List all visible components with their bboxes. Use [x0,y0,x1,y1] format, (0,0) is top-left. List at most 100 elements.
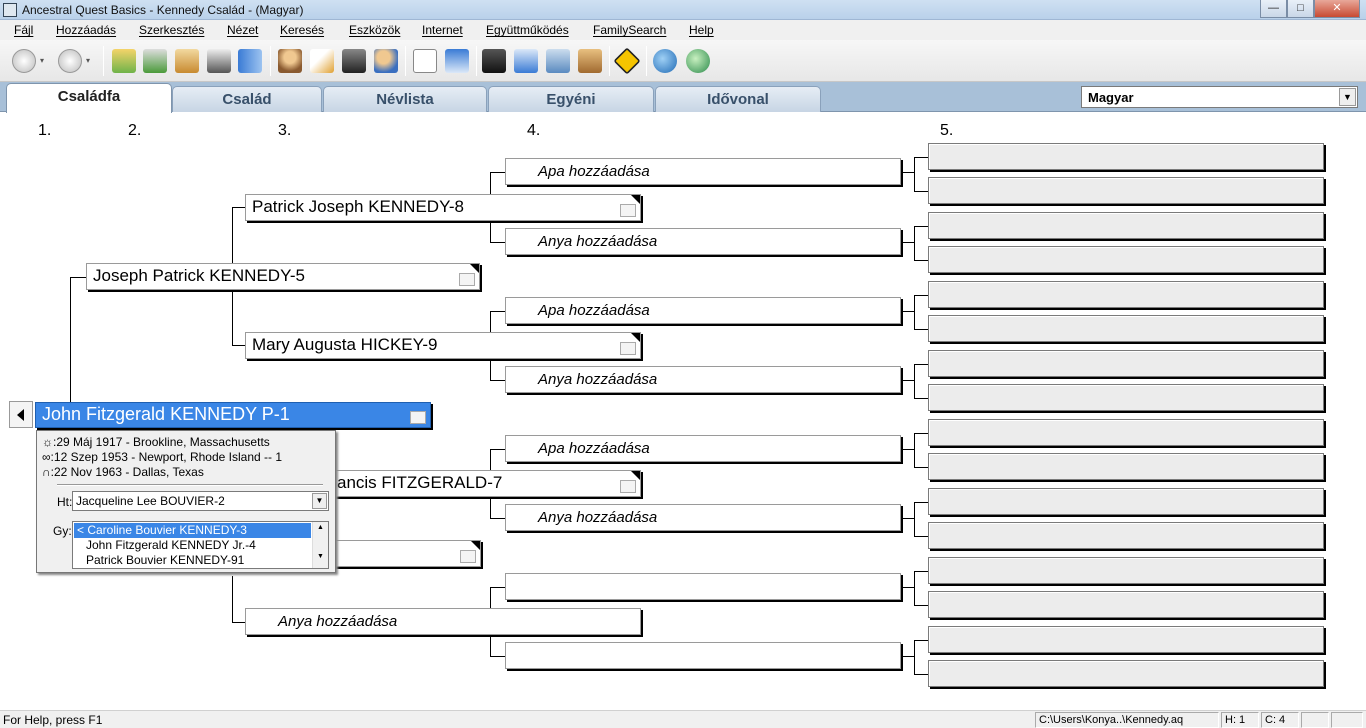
web-search-icon[interactable] [686,49,710,73]
spouse-select[interactable]: Jacqueline Lee BOUVIER-2 ▼ [72,491,329,511]
export-icon[interactable] [175,49,199,73]
person-name: Patrick Joseph KENNEDY-8 [252,197,464,216]
report-icon[interactable] [514,49,538,73]
notes-icon[interactable] [413,49,437,73]
forward-dropdown-icon[interactable]: ▾ [86,49,96,73]
menu-help[interactable]: Help [689,23,714,37]
connector-line [914,295,915,329]
import-icon[interactable] [143,49,167,73]
toolbar-separator [103,46,104,76]
corner-marker [631,195,640,204]
empty-ancestor-slot[interactable] [928,315,1324,342]
empty-ancestor-slot[interactable] [928,522,1324,549]
empty-ancestor-slot[interactable] [928,281,1324,308]
toolbar [0,40,1366,82]
menu-edit[interactable]: Szerkesztés [139,23,204,37]
add-mother-button[interactable]: Anya hozzáadása [245,608,641,635]
empty-ancestor-slot[interactable] [928,557,1324,584]
add-mother-button[interactable]: Anya hozzáadása [505,366,901,393]
add-mother-button[interactable]: Anya hozzáadása [505,504,901,531]
calendar-icon[interactable] [445,49,469,73]
empty-ancestor-slot[interactable] [928,453,1324,480]
print-icon[interactable] [207,49,231,73]
tab-timeline[interactable]: Idővonal [655,86,821,112]
empty-ancestor-slot[interactable] [928,591,1324,618]
empty-ancestor-slot[interactable] [505,573,901,600]
open-icon[interactable] [112,49,136,73]
search-icon[interactable] [482,49,506,73]
empty-ancestor-slot[interactable] [928,143,1324,170]
camera-icon[interactable] [342,49,366,73]
back-icon[interactable] [12,49,36,73]
empty-ancestor-slot[interactable] [505,642,901,669]
menu-internet[interactable]: Internet [422,23,463,37]
empty-ancestor-slot[interactable] [928,350,1324,377]
person-box-paternal-grandfather[interactable]: Patrick Joseph KENNEDY-8 [245,194,641,221]
book-icon[interactable] [238,49,262,73]
empty-ancestor-slot[interactable] [928,177,1324,204]
empty-ancestor-slot[interactable] [928,246,1324,273]
empty-ancestor-slot[interactable] [928,384,1324,411]
tab-name-list[interactable]: Névlista [323,86,487,112]
child-item[interactable]: < Caroline Bouvier KENNEDY-3 [74,523,311,538]
person-box-father[interactable]: Joseph Patrick KENNEDY-5 [86,263,480,290]
scroll-down-icon[interactable]: ▼ [313,553,328,560]
add-mother-button[interactable]: Anya hozzáadása [505,228,901,255]
menu-search[interactable]: Keresés [280,23,324,37]
add-person-icon[interactable] [374,49,398,73]
generation-header: 2. [128,122,142,139]
child-item[interactable]: Patrick Bouvier KENNEDY-91 [74,553,311,568]
tree-icon[interactable] [620,480,636,493]
navigate-left-arrow-icon[interactable] [9,401,33,428]
person-box-paternal-grandmother[interactable]: Mary Augusta HICKEY-9 [245,332,641,359]
empty-ancestor-slot[interactable] [928,660,1324,687]
edit-icon[interactable] [310,49,334,73]
chevron-down-icon[interactable]: ▼ [1339,88,1356,106]
tree-icon[interactable] [410,411,426,424]
children-list[interactable]: < Caroline Bouvier KENNEDY-3 John Fitzge… [72,521,329,569]
menu-collaboration[interactable]: Együttműködés [486,23,569,37]
back-dropdown-icon[interactable]: ▾ [40,49,50,73]
child-item[interactable]: John Fitzgerald KENNEDY Jr.-4 [74,538,311,553]
connector-line [490,311,505,312]
menu-tools[interactable]: Eszközök [349,23,400,37]
tree-chart-icon[interactable] [546,49,570,73]
tree-icon[interactable] [460,550,476,563]
toolbar-separator [405,46,406,76]
menu-add[interactable]: Hozzáadás [56,23,116,37]
menu-familysearch[interactable]: FamilySearch [593,23,666,37]
tab-family[interactable]: Család [172,86,322,112]
tree-icon[interactable] [620,204,636,217]
person-name: Mary Augusta HICKEY-9 [252,335,438,354]
forward-icon[interactable] [58,49,82,73]
tab-individual[interactable]: Egyéni [488,86,654,112]
language-select[interactable]: Magyar ▼ [1081,86,1358,108]
add-father-button[interactable]: Apa hozzáadása [505,297,901,324]
menu-file[interactable]: Fájl [14,23,33,37]
menu-bar: Fájl Hozzáadás Szerkesztés Nézet Keresés… [0,20,1366,40]
person-box-root[interactable]: John Fitzgerald KENNEDY P-1 [35,402,431,428]
minimize-button[interactable]: — [1260,0,1287,18]
app-icon [3,3,17,17]
connector-line [490,587,505,588]
scroll-up-icon[interactable]: ▲ [313,524,328,531]
close-button[interactable]: ✕ [1314,0,1360,18]
maximize-button[interactable]: □ [1287,0,1314,18]
add-father-button[interactable]: Apa hozzáadása [505,435,901,462]
home-icon[interactable] [578,49,602,73]
internet-icon[interactable] [653,49,677,73]
title-bar: Ancestral Quest Basics - Kennedy Család … [0,0,1366,20]
menu-view[interactable]: Nézet [227,23,258,37]
tree-icon[interactable] [620,342,636,355]
tab-pedigree[interactable]: Családfa [6,83,172,113]
empty-ancestor-slot[interactable] [928,626,1324,653]
add-father-button[interactable]: Apa hozzáadása [505,158,901,185]
tree-icon[interactable] [459,273,475,286]
scrollbar[interactable]: ▲ ▼ [312,522,328,568]
empty-ancestor-slot[interactable] [928,419,1324,446]
connector-line [914,157,915,191]
empty-ancestor-slot[interactable] [928,212,1324,239]
chevron-down-icon[interactable]: ▼ [312,493,327,509]
individual-icon[interactable] [278,49,302,73]
empty-ancestor-slot[interactable] [928,488,1324,515]
